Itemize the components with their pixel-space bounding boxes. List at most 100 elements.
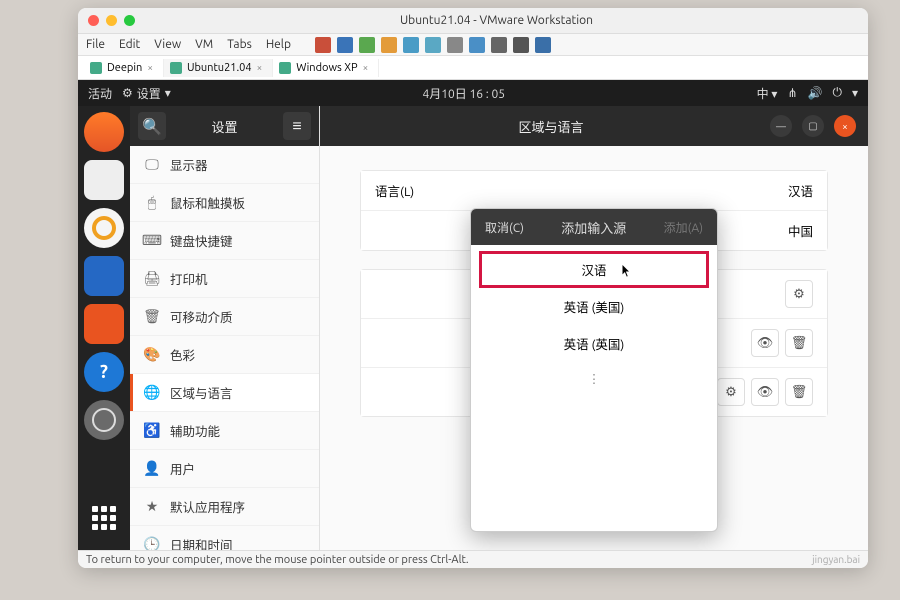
- toolbar-icon[interactable]: [359, 37, 375, 53]
- modal-item-more[interactable]: ⋮: [479, 362, 709, 395]
- sidebar-item-1[interactable]: 🖱鼠标和触摸板: [130, 184, 319, 222]
- toolbar-icon[interactable]: [469, 37, 485, 53]
- modal-item-english-us[interactable]: 英语 (美国): [479, 288, 709, 325]
- row-actions: 👁 🗑: [751, 329, 813, 357]
- host-statusbar: To return to your computer, move the mou…: [78, 550, 868, 568]
- trash-icon[interactable]: 🗑: [785, 378, 813, 406]
- app-menu[interactable]: ⚙ 设置 ▾: [122, 85, 171, 102]
- trash-icon[interactable]: 🗑: [785, 329, 813, 357]
- tab-label: Windows XP: [296, 62, 357, 74]
- toolbar-icon[interactable]: [315, 37, 331, 53]
- vmware-window: Ubuntu21.04 - VMware Workstation File Ed…: [78, 8, 868, 568]
- volume-icon[interactable]: 🔊: [808, 86, 823, 100]
- search-button[interactable]: 🔍: [138, 112, 166, 140]
- network-icon[interactable]: ⋔: [787, 86, 797, 100]
- toolbar-icon[interactable]: [535, 37, 551, 53]
- row-actions: ⚙: [785, 280, 813, 308]
- sidebar-item-9[interactable]: ★默认应用程序: [130, 488, 319, 526]
- toolbar-icon[interactable]: [425, 37, 441, 53]
- sidebar-item-2[interactable]: ⌨键盘快捷键: [130, 222, 319, 260]
- language-row[interactable]: 语言(L) 汉语: [361, 171, 827, 211]
- app-menu-label: 设置: [137, 85, 161, 102]
- modal-item-english-uk[interactable]: 英语 (英国): [479, 325, 709, 362]
- toolbar-icon[interactable]: [403, 37, 419, 53]
- sidebar-list: 🖵显示器🖱鼠标和触摸板⌨键盘快捷键🖨打印机 🗑 可移动介质 🎨色彩🌐区域与语言♿辅助功…: [130, 146, 319, 550]
- sidebar-item-label: 区域与语言: [170, 383, 233, 402]
- toolbar-icon[interactable]: [447, 37, 463, 53]
- sidebar-item-6[interactable]: 🌐区域与语言: [130, 374, 319, 412]
- close-icon[interactable]: ×: [363, 62, 369, 73]
- modal-item-chinese[interactable]: 汉语: [479, 251, 709, 288]
- minimize-button[interactable]: —: [770, 115, 792, 137]
- menu-tabs[interactable]: Tabs: [227, 38, 252, 51]
- sidebar-item-label: 可移动介质: [170, 307, 233, 326]
- minimize-icon[interactable]: [106, 15, 117, 26]
- gear-icon[interactable]: ⚙: [785, 280, 813, 308]
- sidebar-item-7[interactable]: ♿辅助功能: [130, 412, 319, 450]
- dock-settings[interactable]: [84, 400, 124, 440]
- add-button[interactable]: 添加(A): [650, 209, 717, 245]
- modal-header: 取消(C) 添加输入源 添加(A): [471, 209, 717, 245]
- dock-rhythmbox[interactable]: [84, 208, 124, 248]
- ime-indicator[interactable]: 中 ▾: [757, 85, 778, 102]
- toolbar-icon[interactable]: [337, 37, 353, 53]
- sidebar-item-icon: 🗑: [144, 309, 160, 325]
- menu-edit[interactable]: Edit: [119, 38, 140, 51]
- sidebar-item-label: 用户: [170, 459, 195, 478]
- settings-window: 🔍 设置 ≡ 🖵显示器🖱鼠标和触摸板⌨键盘快捷键🖨打印机🗑可移动介质🎨色彩🌐区域…: [130, 106, 868, 550]
- window-controls: — ▢ ×: [770, 115, 856, 137]
- sidebar-item-8[interactable]: 👤 用户: [130, 450, 319, 488]
- content-pane: 语言(L) 汉语 中国: [320, 146, 868, 550]
- dock-show-apps[interactable]: [84, 500, 124, 540]
- row-value: 中国: [788, 221, 813, 240]
- clock[interactable]: 4月10日 16 : 05: [171, 85, 757, 102]
- sidebar-item-3[interactable]: 🖨打印机: [130, 260, 319, 298]
- sidebar-item-10[interactable]: 🕒日期和时间: [130, 526, 319, 550]
- tab-label: Deepin: [107, 62, 142, 74]
- guest-display: 活动 ⚙ 设置 ▾ 4月10日 16 : 05 中 ▾ ⋔ 🔊 ⏻ ▾ ?: [78, 80, 868, 550]
- sidebar-item-icon: 👤: [144, 461, 160, 477]
- close-icon[interactable]: [88, 15, 99, 26]
- vm-tab-deepin[interactable]: Deepin ×: [84, 59, 164, 77]
- menu-view[interactable]: View: [154, 38, 181, 51]
- add-input-source-modal: 取消(C) 添加输入源 添加(A) 汉语 英语 (美国) 英语 (英国) ⋮: [470, 208, 718, 532]
- dock-ubuntu-software[interactable]: [84, 304, 124, 344]
- maximize-button[interactable]: ▢: [802, 115, 824, 137]
- dock-help[interactable]: ?: [84, 352, 124, 392]
- menu-file[interactable]: File: [86, 38, 105, 51]
- toolbar-icon[interactable]: [381, 37, 397, 53]
- sidebar-item-label: 辅助功能: [170, 421, 220, 440]
- toolbar-icon[interactable]: [491, 37, 507, 53]
- toolbar-icon[interactable]: [513, 37, 529, 53]
- sidebar-item-5[interactable]: 🎨色彩: [130, 336, 319, 374]
- view-icon[interactable]: 👁: [751, 329, 779, 357]
- vm-tab-winxp[interactable]: Windows XP ×: [273, 59, 379, 77]
- gear-icon[interactable]: ⚙: [717, 378, 745, 406]
- sidebar-item-4[interactable]: 🗑 可移动介质: [130, 298, 319, 336]
- power-icon[interactable]: ⏻: [832, 86, 842, 100]
- close-button[interactable]: ×: [834, 115, 856, 137]
- dock-firefox[interactable]: [84, 112, 124, 152]
- modal-title: 添加输入源: [538, 218, 650, 237]
- host-menubar: File Edit View VM Tabs Help: [78, 34, 868, 56]
- activities-button[interactable]: 活动: [88, 85, 112, 102]
- status-text: To return to your computer, move the mou…: [86, 554, 469, 566]
- close-icon[interactable]: ×: [257, 62, 263, 73]
- zoom-icon[interactable]: [124, 15, 135, 26]
- sidebar-item-label: 键盘快捷键: [170, 231, 233, 250]
- sidebar-item-0[interactable]: 🖵显示器: [130, 146, 319, 184]
- vm-tab-ubuntu[interactable]: Ubuntu21.04×: [164, 59, 273, 77]
- dock: ?: [78, 106, 130, 550]
- chevron-down-icon[interactable]: ▾: [852, 86, 858, 100]
- close-icon[interactable]: ×: [147, 62, 153, 73]
- vm-icon: [90, 62, 102, 74]
- cancel-button[interactable]: 取消(C): [471, 209, 538, 245]
- menu-help[interactable]: Help: [266, 38, 291, 51]
- view-icon[interactable]: 👁: [751, 378, 779, 406]
- hamburger-button[interactable]: ≡: [283, 112, 311, 140]
- menu-vm[interactable]: VM: [195, 38, 213, 51]
- dock-files[interactable]: [84, 160, 124, 200]
- settings-sidebar: 🔍 设置 ≡ 🖵显示器🖱鼠标和触摸板⌨键盘快捷键🖨打印机🗑可移动介质🎨色彩🌐区域…: [130, 106, 320, 550]
- dock-libreoffice-writer[interactable]: [84, 256, 124, 296]
- ubuntu-topbar: 活动 ⚙ 设置 ▾ 4月10日 16 : 05 中 ▾ ⋔ 🔊 ⏻ ▾: [78, 80, 868, 106]
